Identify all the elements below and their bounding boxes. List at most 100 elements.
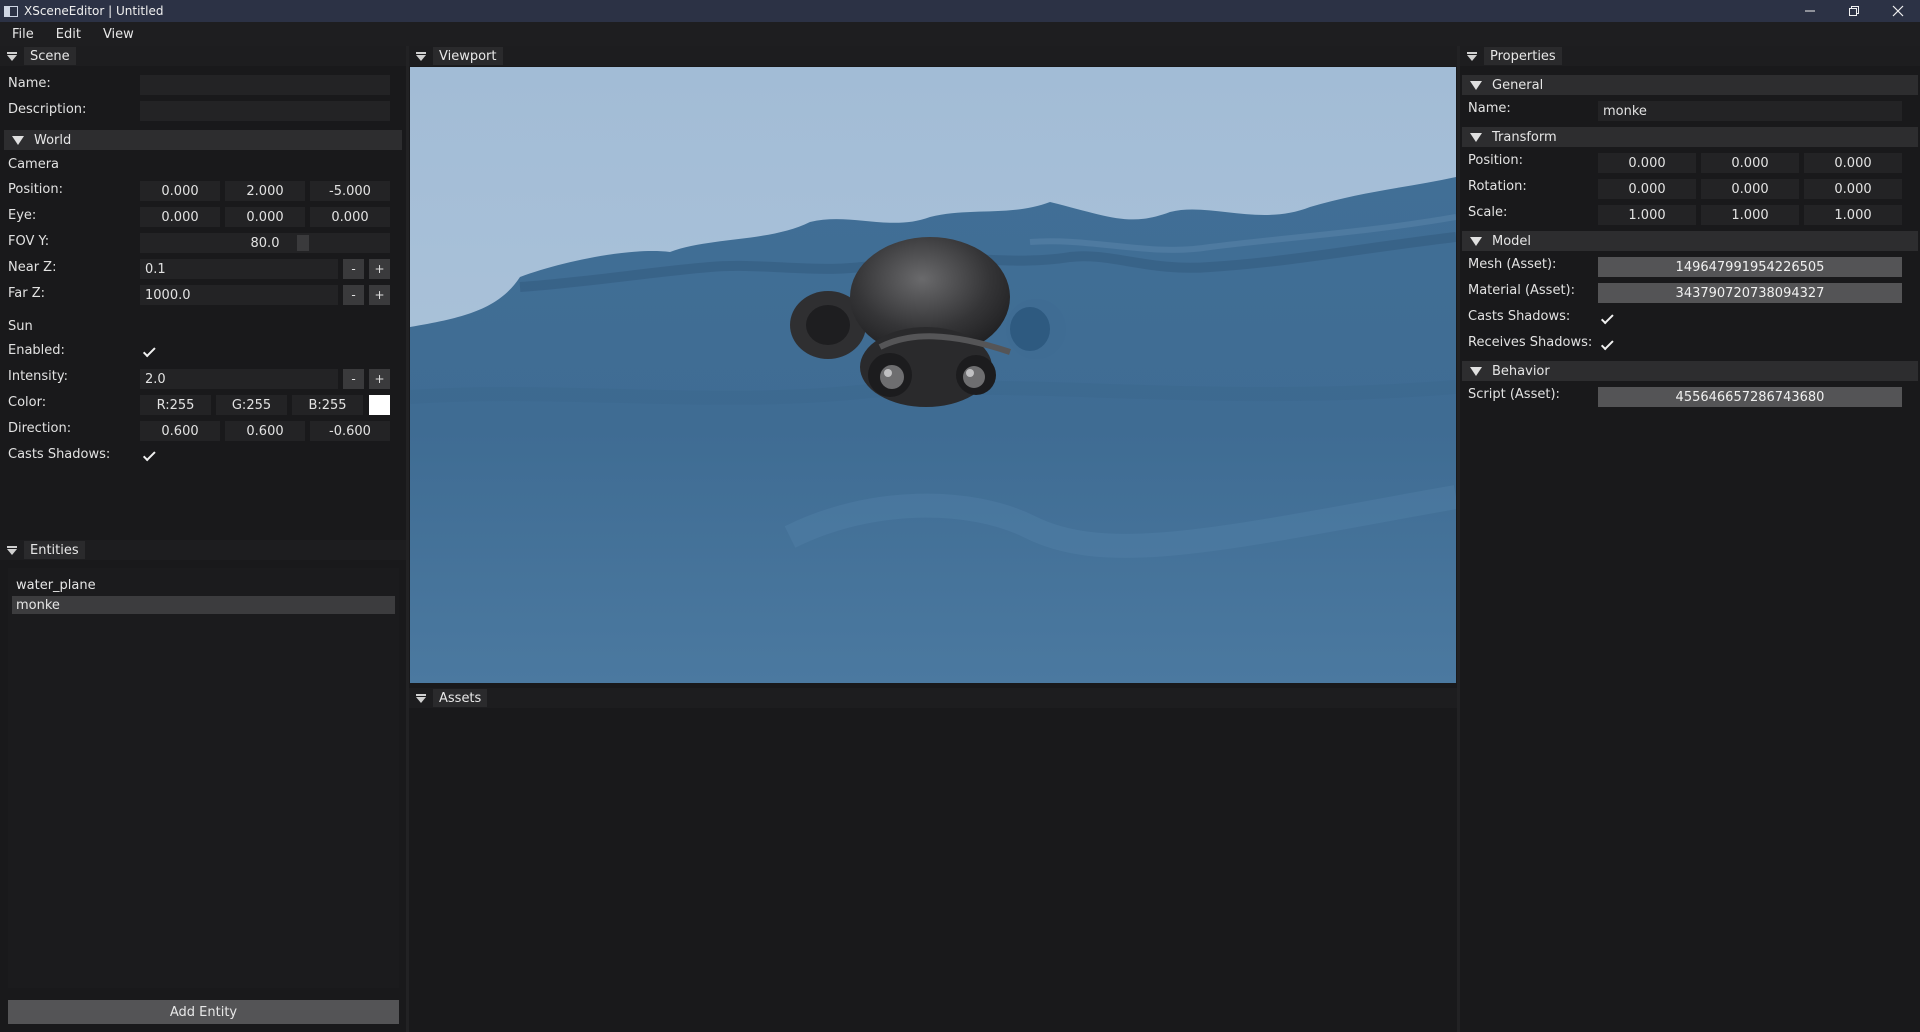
model-casts-shadows-checkbox[interactable] xyxy=(1598,310,1618,330)
scene-name-field[interactable] xyxy=(140,75,390,95)
transform-rotation-x[interactable]: 0.000 xyxy=(1598,179,1696,199)
camera-eye-y[interactable]: 0.000 xyxy=(225,207,305,227)
transform-position-z[interactable]: 0.000 xyxy=(1804,153,1902,173)
transform-scale-x[interactable]: 1.000 xyxy=(1598,205,1696,225)
sun-color-r[interactable]: R:255 xyxy=(140,395,211,415)
near-z-decrement-button[interactable]: - xyxy=(343,259,364,279)
general-section[interactable]: General xyxy=(1462,75,1918,95)
transform-section[interactable]: Transform xyxy=(1462,127,1918,147)
tab-properties[interactable]: Properties xyxy=(1484,47,1562,65)
transform-rotation-y[interactable]: 0.000 xyxy=(1701,179,1799,199)
panel-menu-icon[interactable] xyxy=(6,50,18,62)
world-section[interactable]: World xyxy=(4,130,402,150)
near-z-input[interactable]: 0.1 xyxy=(140,259,338,279)
model-section-label: Model xyxy=(1492,233,1532,249)
mesh-asset-button[interactable]: 14964799195422650​5 xyxy=(1598,257,1902,277)
checkmark-icon xyxy=(1600,311,1614,325)
behavior-section[interactable]: Behavior xyxy=(1462,361,1918,381)
panel-menu-icon[interactable] xyxy=(1466,50,1478,62)
panel-menu-icon[interactable] xyxy=(415,50,427,62)
general-section-label: General xyxy=(1492,77,1544,93)
tab-entities[interactable]: Entities xyxy=(24,541,85,559)
entity-name-input[interactable]: monke xyxy=(1598,101,1902,121)
sun-enabled-checkbox[interactable] xyxy=(140,343,160,363)
viewport-canvas[interactable] xyxy=(410,67,1456,683)
entities-panel-header: Entities xyxy=(0,540,406,560)
checkmark-icon xyxy=(142,344,156,358)
transform-rotation-z[interactable]: 0.000 xyxy=(1804,179,1902,199)
sun-direction-z[interactable]: -0.600 xyxy=(310,421,390,441)
close-button[interactable] xyxy=(1876,0,1920,22)
transform-scale-label: Scale: xyxy=(1468,205,1508,220)
sun-color-label: Color: xyxy=(8,395,47,410)
camera-eye-x[interactable]: 0.000 xyxy=(140,207,220,227)
camera-position-z[interactable]: -5.000 xyxy=(310,181,390,201)
tab-assets[interactable]: Assets xyxy=(433,689,488,707)
far-z-input[interactable]: 1000.0 xyxy=(140,285,338,305)
script-asset-button[interactable]: 455646657286743680 xyxy=(1598,387,1902,407)
far-z-increment-button[interactable]: + xyxy=(369,285,390,305)
entities-panel: Entities water_plane monke xyxy=(0,540,406,1032)
close-icon xyxy=(1892,5,1904,17)
collapse-arrow-icon xyxy=(1470,366,1482,376)
sun-color-g[interactable]: G:255 xyxy=(216,395,287,415)
fov-slider-grab[interactable] xyxy=(297,235,309,251)
camera-position-y[interactable]: 2.000 xyxy=(225,181,305,201)
scene-panel-header: Scene xyxy=(0,46,406,66)
assets-panel: Assets xyxy=(409,688,1457,1032)
add-entity-button[interactable]: Add Entity xyxy=(8,1000,399,1024)
camera-eye-z[interactable]: 0.000 xyxy=(310,207,390,227)
fov-value: 80.0 xyxy=(250,235,280,251)
menu-file[interactable]: File xyxy=(0,27,44,42)
model-receives-shadows-label: Receives Shadows: xyxy=(1468,335,1593,350)
material-asset-label: Material (Asset): xyxy=(1468,283,1576,298)
entity-item-water-plane[interactable]: water_plane xyxy=(12,576,395,594)
intensity-input[interactable]: 2.0 xyxy=(140,369,338,389)
material-asset-button[interactable]: 343790720738094327 xyxy=(1598,283,1902,303)
camera-position-label: Position: xyxy=(8,182,63,197)
properties-panel-header: Properties xyxy=(1460,46,1920,66)
sun-direction-x[interactable]: 0.600 xyxy=(140,421,220,441)
sun-casts-shadows-checkbox[interactable] xyxy=(140,447,160,467)
transform-position-x[interactable]: 0.000 xyxy=(1598,153,1696,173)
intensity-increment-button[interactable]: + xyxy=(369,369,390,389)
menu-edit[interactable]: Edit xyxy=(44,27,91,42)
tab-viewport[interactable]: Viewport xyxy=(433,47,503,65)
menu-view[interactable]: View xyxy=(91,27,144,42)
camera-position-x[interactable]: 0.000 xyxy=(140,181,220,201)
window-title: XSceneEditor | Untitled xyxy=(24,4,164,18)
intensity-decrement-button[interactable]: - xyxy=(343,369,364,389)
transform-scale-y[interactable]: 1.000 xyxy=(1701,205,1799,225)
transform-position-y[interactable]: 0.000 xyxy=(1701,153,1799,173)
scene-name-label: Name: xyxy=(8,76,51,91)
script-asset-label: Script (Asset): xyxy=(1468,387,1560,402)
intensity-label: Intensity: xyxy=(8,369,69,384)
collapse-arrow-icon xyxy=(1470,80,1482,90)
near-z-increment-button[interactable]: + xyxy=(369,259,390,279)
far-z-label: Far Z: xyxy=(8,286,46,301)
properties-panel: Properties General Name: monke Transform… xyxy=(1460,46,1920,1032)
transform-position-label: Position: xyxy=(1468,153,1523,168)
restore-button[interactable] xyxy=(1832,0,1876,22)
far-z-decrement-button[interactable]: - xyxy=(343,285,364,305)
sun-color-b[interactable]: B:255 xyxy=(292,395,363,415)
sun-heading: Sun xyxy=(8,319,33,334)
tab-scene[interactable]: Scene xyxy=(24,47,76,65)
checkmark-icon xyxy=(142,448,156,462)
model-receives-shadows-checkbox[interactable] xyxy=(1598,336,1618,356)
model-section[interactable]: Model xyxy=(1462,231,1918,251)
panel-menu-icon[interactable] xyxy=(6,544,18,556)
minimize-button[interactable] xyxy=(1788,0,1832,22)
sun-direction-y[interactable]: 0.600 xyxy=(225,421,305,441)
title-bar: XSceneEditor | Untitled xyxy=(0,0,1920,22)
scene-panel: Scene Name: Description: World Camera Po… xyxy=(0,46,406,536)
collapse-arrow-icon xyxy=(1470,132,1482,142)
sun-color-swatch[interactable] xyxy=(369,395,390,415)
transform-scale-z[interactable]: 1.000 xyxy=(1804,205,1902,225)
entity-item-monke[interactable]: monke xyxy=(12,596,395,614)
assets-panel-header: Assets xyxy=(409,688,1457,708)
scene-description-field[interactable] xyxy=(140,101,390,121)
panel-menu-icon[interactable] xyxy=(415,692,427,704)
sun-enabled-label: Enabled: xyxy=(8,343,65,358)
fov-slider[interactable]: 80.0 xyxy=(140,233,390,253)
